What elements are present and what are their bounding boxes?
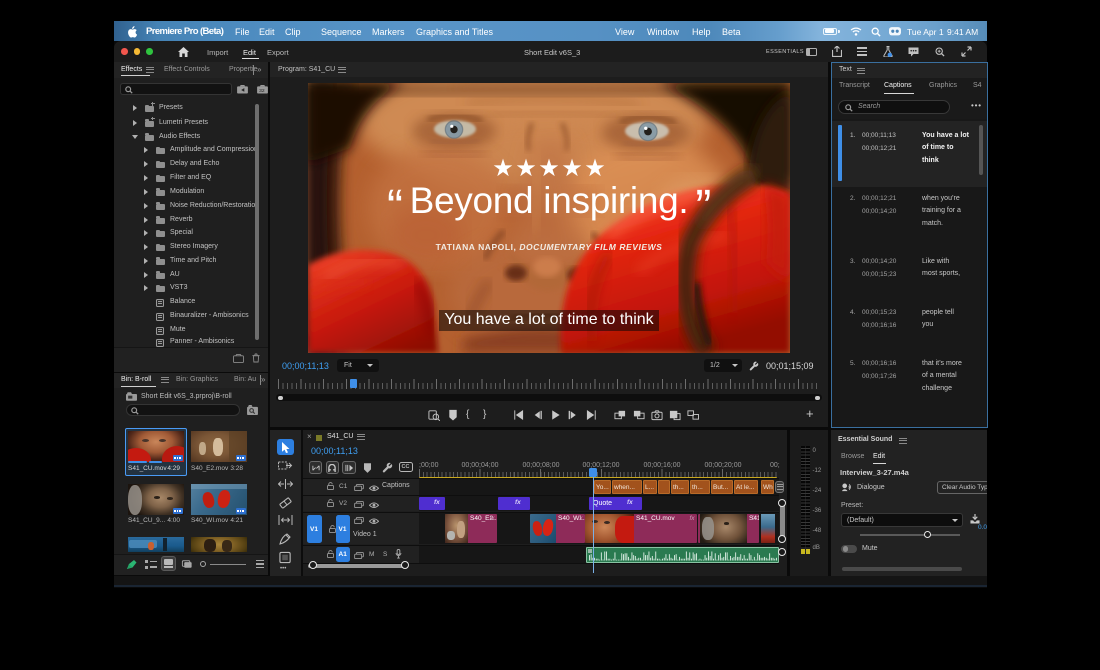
svg-text:32: 32 — [259, 88, 265, 94]
